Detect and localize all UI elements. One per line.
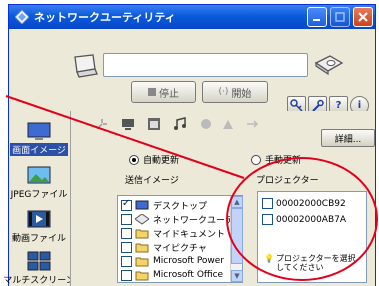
display-icon[interactable] (121, 117, 135, 131)
close-icon (358, 12, 368, 22)
app-diamond-icon (15, 10, 29, 24)
desktop-icon (135, 200, 149, 209)
item-label: マイピクチャ (153, 243, 207, 254)
auto-icon[interactable] (221, 117, 235, 131)
send-image-label: 送信イメージ (125, 176, 179, 186)
scroll-down-icon[interactable]: ▼ (231, 270, 243, 282)
screen-image-icon (27, 122, 51, 140)
music-icon[interactable] (173, 117, 187, 131)
start-button[interactable]: (·) 開始 (202, 81, 268, 103)
audio-icon[interactable] (199, 117, 213, 131)
radio-dot (129, 154, 139, 165)
auto-update-radio[interactable]: 自動更新 (129, 153, 179, 166)
nav-multi-screen[interactable]: マルチスクリーン (3, 251, 75, 286)
radio-dot (251, 154, 261, 165)
item-checkbox[interactable] (121, 198, 132, 211)
nav-label: 動画ファイル (12, 234, 67, 244)
detail-button[interactable]: 詳細... (321, 129, 375, 147)
folder-icon (135, 229, 149, 238)
item-checkbox[interactable] (121, 213, 132, 225)
stop-square-icon (148, 88, 156, 96)
window-icon[interactable] (147, 117, 161, 131)
list-item[interactable]: Microsoft Office (121, 267, 223, 283)
nav-label: マルチスクリーン (3, 276, 75, 286)
stop-button-label: 停止 (159, 88, 179, 100)
folder-icon (135, 257, 149, 266)
item-label: Microsoft Office (153, 270, 224, 280)
stop-button[interactable]: 停止 (131, 81, 196, 103)
maximize-button[interactable] (330, 7, 350, 27)
item-label: ネットワークユーテ (153, 215, 235, 226)
nav-jpeg-file[interactable]: JPEGファイル (10, 165, 68, 200)
folder-icon (135, 271, 149, 280)
start-button-label: 開始 (231, 88, 252, 100)
minimize-button[interactable] (307, 7, 327, 27)
minimize-icon (313, 19, 320, 21)
computer-icon (74, 54, 98, 78)
multi-screen-icon (27, 251, 51, 271)
video-file-icon (27, 210, 51, 228)
send-image-list[interactable]: デスクトップ ネットワークユーテ マイドキュメント マイピクチャ Microso… (117, 195, 243, 283)
device-bar: 停止 (·) 開始 ? i (9, 29, 375, 123)
close-button[interactable] (353, 7, 373, 27)
sparkle-icon[interactable] (95, 117, 109, 131)
nav-video-file[interactable]: 動画ファイル (12, 209, 66, 244)
item-checkbox[interactable] (121, 241, 132, 253)
auto-update-label: 自動更新 (143, 156, 180, 166)
antenna-icon: (·) (218, 87, 229, 97)
item-label: マイドキュメント (153, 229, 226, 240)
item-label: Microsoft Power (153, 256, 225, 266)
mode-sidebar: 画面イメージ JPEGファイル 動画ファイル マルチスクリーン (3, 111, 75, 286)
folder-icon (135, 243, 149, 252)
jpeg-file-icon (27, 166, 51, 184)
network-utility-icon (135, 213, 149, 225)
callout-circle (226, 157, 378, 281)
device-name-field[interactable] (103, 53, 308, 77)
window-title: ネットワークユーティリティ (34, 11, 176, 24)
help-icon: ? (335, 100, 342, 111)
link-icon[interactable] (245, 117, 259, 131)
item-checkbox[interactable] (121, 227, 132, 239)
projector-icon (314, 55, 344, 76)
item-checkbox[interactable] (121, 269, 132, 281)
item-checkbox[interactable] (121, 255, 132, 267)
nav-label: 画面イメージ (10, 143, 68, 156)
nav-screen-image[interactable]: 画面イメージ (10, 121, 68, 156)
maximize-icon (335, 12, 345, 22)
title-bar[interactable]: ネットワークユーティリティ (9, 5, 375, 29)
nav-label: JPEGファイル (10, 190, 68, 200)
item-label: デスクトップ (153, 201, 208, 212)
info-icon: i (357, 100, 362, 111)
